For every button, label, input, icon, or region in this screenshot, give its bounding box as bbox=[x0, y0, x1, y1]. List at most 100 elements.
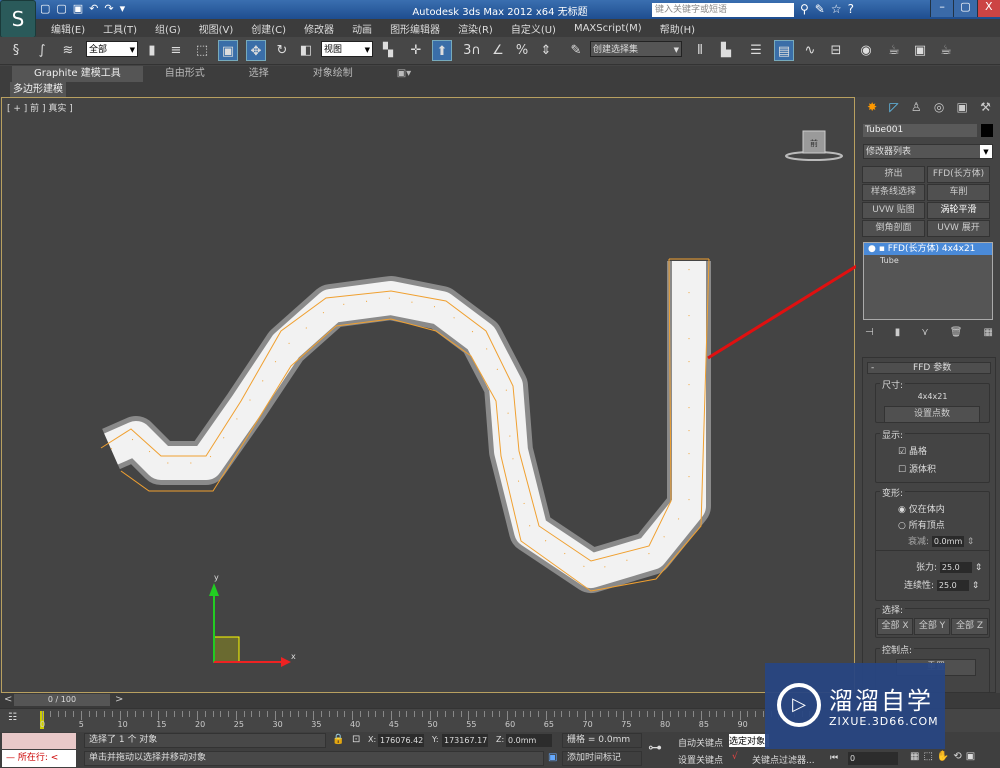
angle-snap-icon[interactable]: ∠ bbox=[488, 40, 508, 61]
search-input[interactable]: 键入关键字或短语 bbox=[652, 3, 794, 17]
menu-group[interactable]: 组(G) bbox=[146, 21, 190, 36]
curve-editor-icon[interactable]: ∿ bbox=[800, 40, 820, 61]
maxscript-listener[interactable] bbox=[2, 733, 76, 749]
set-key-button[interactable]: 设置关键点 bbox=[678, 753, 723, 766]
rendered-frame-icon[interactable]: ▣ bbox=[910, 40, 930, 61]
make-unique-icon[interactable]: ⋎ bbox=[921, 327, 928, 338]
create-tab-icon[interactable]: ✸ bbox=[867, 100, 877, 118]
menu-help[interactable]: 帮助(H) bbox=[651, 21, 704, 36]
bind-spacewarp-icon[interactable]: ≋ bbox=[58, 40, 78, 61]
modify-tab-icon[interactable]: ◸ bbox=[889, 100, 898, 118]
layer-manager-icon[interactable]: ☰ bbox=[746, 40, 766, 61]
ref-coord-dropdown[interactable]: 视图 bbox=[321, 41, 373, 58]
pivot-icon[interactable]: ▚ bbox=[378, 40, 398, 61]
key-filters-button[interactable]: 关键点过滤器... bbox=[752, 753, 815, 766]
tension-spinner[interactable]: 25.0 bbox=[939, 562, 972, 573]
tab-graphite[interactable]: Graphite 建模工具 bbox=[12, 66, 143, 82]
render-setup-icon[interactable]: ☕ bbox=[884, 40, 904, 61]
set-points-button[interactable]: 设置点数 bbox=[884, 406, 980, 423]
maximize-button[interactable]: ▢ bbox=[953, 0, 977, 17]
menu-customize[interactable]: 自定义(U) bbox=[502, 21, 565, 36]
tube-object[interactable] bbox=[102, 261, 711, 593]
viewport-nav-icons[interactable]: ▦⬚✋⟲▣ bbox=[910, 751, 979, 762]
next-frame-button[interactable]: > bbox=[115, 694, 123, 705]
object-name-field[interactable]: Tube001 bbox=[863, 124, 977, 137]
scale-icon[interactable]: ◧ bbox=[296, 40, 316, 61]
auto-key-button[interactable]: 自动关键点 bbox=[678, 736, 723, 749]
menu-views[interactable]: 视图(V) bbox=[190, 21, 243, 36]
only-in-volume-radio[interactable]: ◉ 仅在体内 bbox=[898, 502, 945, 515]
tab-object-paint[interactable]: 对象绘制 bbox=[291, 66, 375, 82]
viewport-front[interactable]: [ + ] 前 ] 真实 ] 前 y x bbox=[1, 97, 856, 693]
lock-selection-icon[interactable]: 🔒 bbox=[332, 734, 344, 745]
go-to-start-icon[interactable]: ⏮ bbox=[830, 753, 838, 763]
modifier-extrude-button[interactable]: 挤出 bbox=[862, 166, 925, 183]
mirror-icon[interactable]: ⫴ bbox=[690, 40, 710, 61]
graphite-toggle-icon[interactable]: ▤ bbox=[774, 40, 794, 61]
selection-filter-dropdown[interactable]: 全部 bbox=[86, 41, 138, 58]
add-time-tag[interactable]: 添加时间标记 bbox=[562, 751, 642, 766]
all-z-button[interactable]: 全部 Z bbox=[951, 618, 988, 635]
utilities-tab-icon[interactable]: ⚒ bbox=[980, 100, 991, 118]
rotate-icon[interactable]: ↻ bbox=[272, 40, 292, 61]
close-button[interactable]: X bbox=[976, 0, 1000, 17]
all-y-button[interactable]: 全部 Y bbox=[914, 618, 950, 635]
align-icon[interactable]: ▙ bbox=[716, 40, 736, 61]
prev-frame-button[interactable]: < bbox=[4, 694, 12, 705]
modifier-lathe-button[interactable]: 车削 bbox=[927, 184, 990, 201]
absolute-mode-icon[interactable]: ⊡ bbox=[352, 734, 360, 745]
y-coord-field[interactable]: 173167.17 bbox=[442, 734, 488, 747]
source-volume-checkbox[interactable]: ☐ 源体积 bbox=[898, 462, 936, 475]
lattice-checkbox[interactable]: ☑ 晶格 bbox=[898, 444, 927, 457]
menu-create[interactable]: 创建(C) bbox=[242, 21, 295, 36]
stack-item-ffd[interactable]: ● ▪ FFD(长方体) 4x4x21 bbox=[864, 243, 992, 255]
select-by-name-icon[interactable]: ≡ bbox=[166, 40, 186, 61]
polygon-modeling-tab[interactable]: 多边形建模 bbox=[10, 82, 66, 97]
render-icon[interactable]: ☕ bbox=[936, 40, 956, 61]
material-editor-icon[interactable]: ◉ bbox=[856, 40, 876, 61]
show-end-result-icon[interactable]: ▮ bbox=[895, 327, 901, 338]
x-coord-field[interactable]: 176076.42 bbox=[378, 734, 424, 747]
quick-access-toolbar[interactable]: ▢▢▣↶↷▾ bbox=[40, 2, 131, 15]
viewcube[interactable]: 前 bbox=[785, 130, 843, 161]
named-selection-dropdown[interactable]: 创建选择集 bbox=[590, 41, 682, 58]
object-color-swatch[interactable] bbox=[981, 124, 993, 137]
rollout-header[interactable]: - FFD 参数 bbox=[867, 362, 991, 374]
rect-selection-icon[interactable]: ⬚ bbox=[192, 40, 212, 61]
modifier-uvw-map-button[interactable]: UVW 贴图 bbox=[862, 202, 925, 219]
set-key-icon[interactable]: ⊶ bbox=[648, 740, 662, 756]
snap-toggle-icon[interactable]: 3∩ bbox=[462, 40, 482, 61]
modifier-turbosmooth-button[interactable]: 涡轮平滑 bbox=[927, 202, 990, 219]
all-vertices-radio[interactable]: ○ 所有顶点 bbox=[898, 518, 945, 531]
menu-graph-editors[interactable]: 图形编辑器 bbox=[381, 21, 449, 36]
modifier-spline-select-button[interactable]: 样条线选择 bbox=[862, 184, 925, 201]
unlink-icon[interactable]: ∫ bbox=[32, 40, 52, 61]
link-icon[interactable]: § bbox=[6, 40, 26, 61]
infocenter-icons[interactable]: ⚲✎☆? bbox=[800, 2, 860, 16]
configure-sets-icon[interactable]: ▦ bbox=[984, 327, 993, 338]
keyboard-shortcut-icon[interactable]: ⬆ bbox=[432, 40, 452, 61]
falloff-spinner[interactable]: 0.0mm bbox=[931, 536, 964, 547]
continuity-spinner[interactable]: 25.0 bbox=[936, 580, 969, 591]
maxscript-line[interactable]: — 所在行: < bbox=[2, 750, 76, 767]
z-coord-field[interactable]: 0.0mm bbox=[506, 734, 552, 747]
percent-snap-icon[interactable]: % bbox=[512, 40, 532, 61]
modifier-list-dropdown[interactable]: 修改器列表 ▼ bbox=[863, 144, 993, 159]
remove-modifier-icon[interactable]: 🗑 bbox=[950, 327, 963, 338]
pin-stack-icon[interactable]: ⊣ bbox=[865, 327, 874, 338]
spinner-snap-icon[interactable]: ⇕ bbox=[536, 40, 556, 61]
display-tab-icon[interactable]: ▣ bbox=[957, 100, 968, 118]
menu-modifiers[interactable]: 修改器 bbox=[295, 21, 343, 36]
tab-freeform[interactable]: 自由形式 bbox=[143, 66, 227, 82]
menu-animation[interactable]: 动画 bbox=[343, 21, 381, 36]
all-x-button[interactable]: 全部 X bbox=[877, 618, 913, 635]
select-move-icon[interactable]: ✥ bbox=[246, 40, 266, 61]
menu-maxscript[interactable]: MAXScript(M) bbox=[565, 23, 651, 34]
ribbon-options-icon[interactable]: ▣▾ bbox=[375, 66, 433, 82]
select-object-icon[interactable]: ▮ bbox=[142, 40, 162, 61]
hierarchy-tab-icon[interactable]: ♙ bbox=[911, 100, 922, 118]
tab-selection[interactable]: 选择 bbox=[227, 66, 291, 82]
minimize-button[interactable]: – bbox=[930, 0, 954, 17]
modifier-bevel-profile-button[interactable]: 倒角剖面 bbox=[862, 220, 925, 237]
key-mode-dropdown[interactable]: 选定对象 bbox=[729, 734, 769, 747]
